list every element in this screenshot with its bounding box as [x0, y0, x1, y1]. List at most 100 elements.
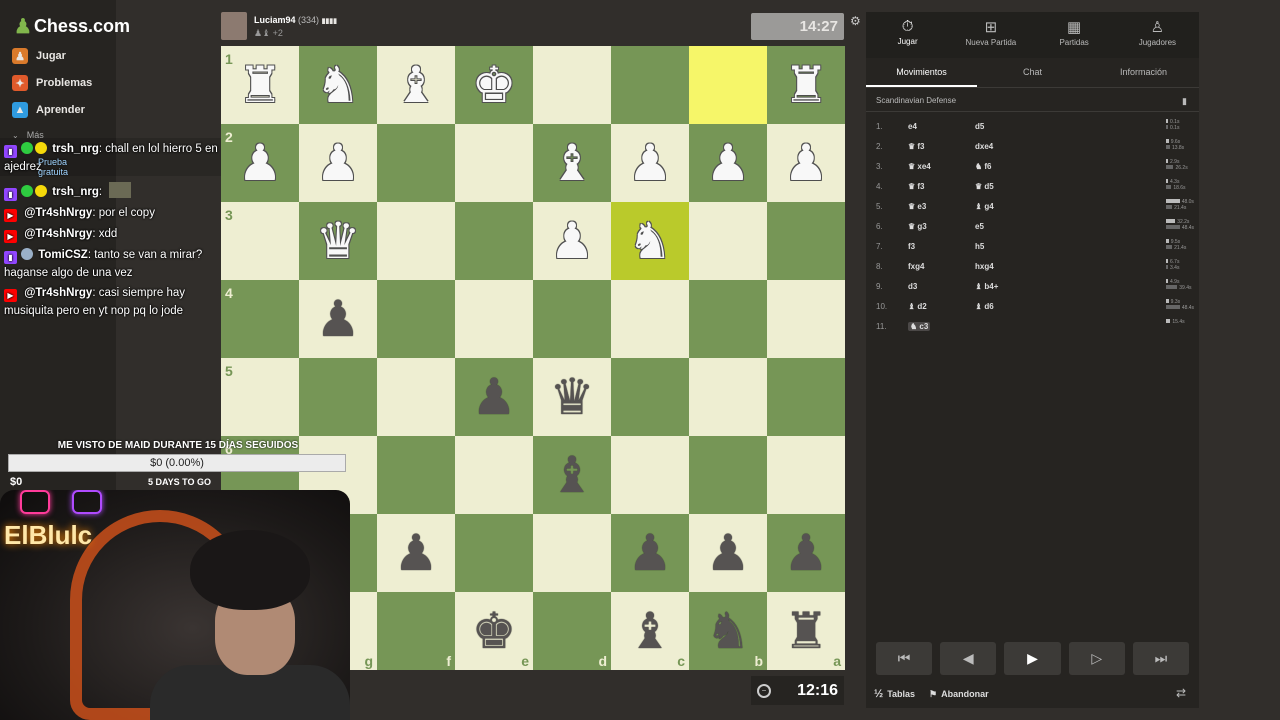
- board-square[interactable]: [455, 280, 533, 358]
- white-pawn-piece[interactable]: ♟: [238, 138, 283, 188]
- white-king-piece[interactable]: ♚: [472, 60, 517, 110]
- black-move[interactable]: ♞ f6: [975, 162, 992, 171]
- board-square[interactable]: [299, 358, 377, 436]
- board-square[interactable]: ♜: [767, 46, 845, 124]
- board-square[interactable]: [689, 358, 767, 436]
- white-move[interactable]: f3: [908, 242, 915, 251]
- white-move[interactable]: ♛ xe4: [908, 162, 931, 171]
- board-square[interactable]: ♟: [767, 124, 845, 202]
- board-square[interactable]: d: [533, 592, 611, 670]
- sidebar-item-jugar[interactable]: ♟ Jugar: [12, 48, 66, 64]
- black-bishop-piece[interactable]: ♝: [628, 606, 673, 656]
- board-square[interactable]: ♟: [611, 124, 689, 202]
- black-move[interactable]: e5: [975, 222, 984, 231]
- board-square[interactable]: ♟: [767, 514, 845, 592]
- board-square[interactable]: a ♜: [767, 592, 845, 670]
- previous-move-button[interactable]: ◀: [940, 642, 997, 675]
- board-square[interactable]: f: [377, 592, 455, 670]
- gear-icon[interactable]: ⚙: [850, 14, 861, 28]
- white-move[interactable]: ♝ d2: [908, 302, 927, 311]
- board-square[interactable]: ♟: [533, 202, 611, 280]
- white-pawn-piece[interactable]: ♟: [706, 138, 751, 188]
- board-square[interactable]: [455, 514, 533, 592]
- white-queen-piece[interactable]: ♛: [316, 216, 361, 266]
- black-move[interactable]: h5: [975, 242, 984, 251]
- last-move-button[interactable]: ⏭: [1132, 642, 1190, 675]
- white-bishop-piece[interactable]: ♝: [550, 138, 595, 188]
- board-square[interactable]: ♟: [689, 514, 767, 592]
- black-move[interactable]: ♛ d5: [975, 182, 994, 191]
- white-move[interactable]: ♛ g3: [908, 222, 927, 231]
- white-move[interactable]: ♛ f3: [908, 142, 925, 151]
- black-move[interactable]: d5: [975, 122, 984, 131]
- white-move[interactable]: fxg4: [908, 262, 924, 271]
- black-king-piece[interactable]: ♚: [472, 606, 517, 656]
- board-square[interactable]: [611, 46, 689, 124]
- board-square[interactable]: c ♝: [611, 592, 689, 670]
- white-pawn-piece[interactable]: ♟: [628, 138, 673, 188]
- black-move[interactable]: ♝ g4: [975, 202, 994, 211]
- next-move-button[interactable]: ▷: [1068, 642, 1125, 675]
- board-square[interactable]: [611, 358, 689, 436]
- black-pawn-piece[interactable]: ♟: [316, 294, 361, 344]
- chess-com-logo[interactable]: ♟ Chess.com: [14, 14, 130, 39]
- board-square[interactable]: [689, 202, 767, 280]
- sidebar-item-problemas[interactable]: ✦ Problemas: [12, 75, 92, 91]
- board-square[interactable]: [455, 202, 533, 280]
- board-square[interactable]: ♟: [611, 514, 689, 592]
- black-pawn-piece[interactable]: ♟: [472, 372, 517, 422]
- white-move[interactable]: e4: [908, 122, 917, 131]
- white-bishop-piece[interactable]: ♝: [394, 60, 439, 110]
- black-move[interactable]: ♝ d6: [975, 302, 994, 311]
- tab-jugadores[interactable]: ♙ Jugadores: [1116, 12, 1199, 58]
- board-square[interactable]: [611, 436, 689, 514]
- resign-button[interactable]: ⚑ Abandonar: [929, 689, 989, 700]
- board-square[interactable]: ♟: [455, 358, 533, 436]
- play-button[interactable]: ▶: [1004, 642, 1061, 675]
- white-move[interactable]: ♛ e3: [908, 202, 926, 211]
- white-move[interactable]: d3: [908, 282, 917, 291]
- tab-partidas[interactable]: ▦ Partidas: [1033, 12, 1116, 58]
- black-move[interactable]: dxe4: [975, 142, 993, 151]
- white-pawn-piece[interactable]: ♟: [550, 216, 595, 266]
- white-pawn-piece[interactable]: ♟: [316, 138, 361, 188]
- tab-jugar[interactable]: ⏱ Jugar: [866, 12, 949, 58]
- board-square[interactable]: [455, 124, 533, 202]
- board-square[interactable]: ♝: [533, 124, 611, 202]
- board-square[interactable]: [689, 46, 767, 124]
- white-rook-piece[interactable]: ♜: [784, 60, 829, 110]
- board-square[interactable]: [767, 202, 845, 280]
- board-square[interactable]: ♝: [533, 436, 611, 514]
- black-move[interactable]: ♝ b4+: [975, 282, 998, 291]
- board-square[interactable]: 2 ♟: [221, 124, 299, 202]
- black-knight-piece[interactable]: ♞: [706, 606, 751, 656]
- board-square[interactable]: ♞: [611, 202, 689, 280]
- tab-informacion[interactable]: Información: [1088, 58, 1199, 87]
- board-square[interactable]: [533, 46, 611, 124]
- board-square[interactable]: ♟: [299, 124, 377, 202]
- board-square[interactable]: ♟: [689, 124, 767, 202]
- black-queen-piece[interactable]: ♛: [550, 372, 595, 422]
- board-square[interactable]: [533, 514, 611, 592]
- board-square[interactable]: [377, 202, 455, 280]
- board-square[interactable]: ♛: [533, 358, 611, 436]
- board-square[interactable]: [767, 280, 845, 358]
- board-square[interactable]: ♟: [377, 514, 455, 592]
- black-move[interactable]: hxg4: [975, 262, 994, 271]
- flip-board-icon[interactable]: ⇄: [1176, 686, 1186, 700]
- board-square[interactable]: 4: [221, 280, 299, 358]
- white-rook-piece[interactable]: ♜: [238, 60, 283, 110]
- sidebar-item-aprender[interactable]: ▲ Aprender: [12, 102, 85, 118]
- opponent-avatar[interactable]: [221, 12, 247, 40]
- board-square[interactable]: [377, 280, 455, 358]
- board-square[interactable]: b ♞: [689, 592, 767, 670]
- white-pawn-piece[interactable]: ♟: [784, 138, 829, 188]
- board-square[interactable]: ♛: [299, 202, 377, 280]
- black-pawn-piece[interactable]: ♟: [394, 528, 439, 578]
- black-pawn-piece[interactable]: ♟: [784, 528, 829, 578]
- board-square[interactable]: [377, 436, 455, 514]
- board-square[interactable]: [767, 358, 845, 436]
- board-square[interactable]: [611, 280, 689, 358]
- board-square[interactable]: e ♚: [455, 592, 533, 670]
- board-square[interactable]: 3: [221, 202, 299, 280]
